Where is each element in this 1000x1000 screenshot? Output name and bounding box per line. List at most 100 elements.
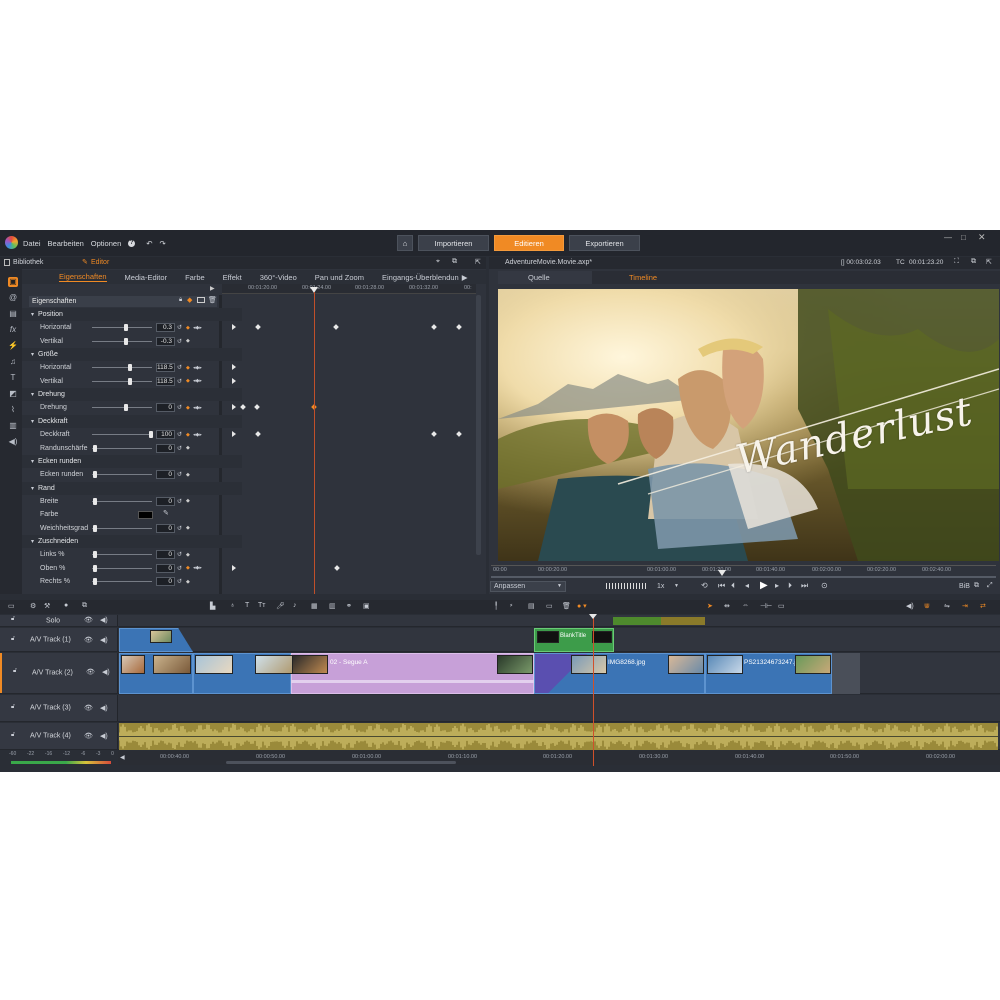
keyframe-start-marker[interactable] xyxy=(232,377,236,384)
slider-thumb[interactable] xyxy=(93,444,98,452)
keyframe-lane[interactable] xyxy=(223,361,476,374)
group-collapse-icon[interactable]: ▾ xyxy=(31,351,34,358)
keyframe-nav-icon[interactable]: ◂◆▸ xyxy=(193,325,202,331)
preview-ruler[interactable]: 00:00 00:00:20.00 00:01:00.00 00:01:20.0… xyxy=(491,565,996,578)
property-group-row[interactable]: ▾ Größe xyxy=(22,348,242,362)
clip-blank-title[interactable]: BlankTitle xyxy=(534,628,614,652)
undo-icon[interactable]: ↶ xyxy=(146,239,152,248)
keyframe-nav-icon[interactable]: ◂◆▸ xyxy=(193,378,202,384)
toolbar-marker-color-icon[interactable]: ● ▾ xyxy=(577,602,587,610)
keyframe-marker[interactable] xyxy=(240,404,246,411)
text-icon[interactable]: T xyxy=(8,373,18,383)
fx-icon[interactable]: fx xyxy=(8,325,18,335)
toolbar-blade-icon[interactable]: ⸗ xyxy=(510,602,512,609)
speaker-icon[interactable]: ◀) xyxy=(100,616,108,624)
keyframe-marker[interactable] xyxy=(456,431,462,437)
volume-meter[interactable] xyxy=(606,583,648,589)
property-value-input[interactable]: 0 xyxy=(156,550,175,560)
toolbar-tools-icon[interactable]: ⚒ xyxy=(44,602,50,610)
keyframe-nav-icon[interactable]: ◂◆▸ xyxy=(193,405,202,411)
pip-icon[interactable]: ⧉ xyxy=(974,582,979,590)
toolbar-insert-icon[interactable]: ⇥ xyxy=(962,602,968,610)
eye-icon[interactable]: 👁︎ xyxy=(84,616,93,624)
toolbar-text-small-icon[interactable]: Tт xyxy=(258,602,265,609)
detach-preview-icon[interactable]: ⧉ xyxy=(971,258,976,266)
ruler-scroll-right-icon[interactable]: ▶ xyxy=(210,285,215,292)
audio-clip-waveform[interactable] xyxy=(119,723,998,750)
toolbar-frame-icon[interactable]: ▭ xyxy=(778,602,785,610)
group-collapse-icon[interactable]: ▾ xyxy=(31,485,34,492)
menu-file[interactable]: Datei xyxy=(23,239,41,248)
eye-icon[interactable]: 👁︎ xyxy=(84,704,93,712)
property-value-input[interactable]: 0 xyxy=(156,563,175,573)
subtab-color[interactable]: Farbe xyxy=(185,273,205,282)
keyframe-nav-icon[interactable]: ◂◆▸ xyxy=(193,432,202,438)
speaker-icon[interactable]: ◀) xyxy=(100,732,108,740)
keyframe-toggle-icon[interactable]: ◆ xyxy=(186,405,190,411)
keyframe-lane[interactable] xyxy=(223,428,476,441)
property-slider[interactable] xyxy=(92,551,152,559)
keyframe-toggle-icon[interactable]: ◆ xyxy=(186,579,190,585)
group-collapse-icon[interactable]: ▾ xyxy=(31,538,34,545)
go-start-icon[interactable]: ⏮ xyxy=(718,581,725,591)
tab-source[interactable]: Quelle xyxy=(528,273,550,282)
toolbar-magnet-icon[interactable]: ⋓ xyxy=(924,602,930,610)
speaker-icon[interactable]: ◀) xyxy=(102,668,110,676)
toolbar-trim-icon[interactable]: ⊣⊢ xyxy=(760,602,772,610)
step-forward-icon[interactable]: ⏵ xyxy=(788,581,792,591)
property-value-input[interactable]: 0 xyxy=(156,470,175,480)
toolbar-settings-icon[interactable]: ⚙ xyxy=(30,602,36,610)
toolbar-music-icon[interactable]: ♪ xyxy=(293,602,297,609)
toolbar-pointer-icon[interactable]: ➤ xyxy=(707,602,713,610)
speed-chevron-icon[interactable]: ▼ xyxy=(674,583,679,589)
timeline-ruler[interactable]: ◀ 00:00:40.00 00:00:50.00 00:01:00.00 00… xyxy=(118,751,1000,765)
subtab-360-video[interactable]: 360°-Video xyxy=(260,273,297,282)
frame-forward-icon[interactable]: ▸ xyxy=(775,581,779,590)
property-slider[interactable] xyxy=(92,444,152,452)
go-end-icon[interactable]: ⏭ xyxy=(801,581,808,591)
folder-icon[interactable]: ▤ xyxy=(8,309,18,319)
lock-icon[interactable]: 🔓︎ xyxy=(11,732,15,739)
keyframe-lane[interactable] xyxy=(223,321,476,334)
lock-icon[interactable]: 🔓︎ xyxy=(11,636,15,643)
keyframe-toggle-icon[interactable]: ◆ xyxy=(186,432,190,438)
audio-icon[interactable]: ◀) xyxy=(8,437,18,447)
keyframe-start-marker[interactable] xyxy=(232,364,236,371)
keyframe-nav-icon[interactable]: ◂◆▸ xyxy=(193,565,202,571)
lock-icon[interactable]: 🔒︎ xyxy=(179,297,182,304)
subtab-properties[interactable]: Eigenschaften xyxy=(59,272,107,282)
reset-icon[interactable]: ↺ xyxy=(177,565,182,572)
step-back-icon[interactable]: ⏴ xyxy=(731,581,735,591)
lock-icon[interactable]: 🔓︎ xyxy=(11,616,15,623)
scroll-left-icon[interactable]: ◀ xyxy=(120,754,125,761)
keyframe-lane[interactable] xyxy=(223,575,476,588)
speaker-icon[interactable]: ◀) xyxy=(100,704,108,712)
property-group-row[interactable]: ▾ Position xyxy=(22,308,242,321)
toolbar-marker-icon[interactable]: ♁ xyxy=(230,602,235,609)
eyedropper-icon[interactable]: ✎ xyxy=(163,509,169,517)
keyframe-lane[interactable] xyxy=(223,522,476,535)
timeline-playhead[interactable] xyxy=(593,616,594,766)
toolbar-filmstrip-icon[interactable]: ▥ xyxy=(329,602,336,610)
keyframe-toggle-icon[interactable]: ◆ xyxy=(186,552,190,558)
music-icon[interactable]: ♫ xyxy=(8,357,18,367)
property-slider[interactable] xyxy=(92,377,152,385)
property-value-input[interactable]: -0.3 xyxy=(156,336,175,346)
group-collapse-icon[interactable]: ▾ xyxy=(31,391,34,398)
slider-thumb[interactable] xyxy=(93,578,98,585)
preview-video[interactable]: Wanderlust xyxy=(498,289,999,561)
keyframe-toggle-icon[interactable]: ◆ xyxy=(186,445,190,451)
close-button[interactable]: ✕ xyxy=(978,232,986,243)
keyframe-lane[interactable] xyxy=(223,401,476,414)
pip-label[interactable]: BiB xyxy=(959,583,970,590)
help-icon[interactable]: ? xyxy=(128,240,136,247)
toolbar-film-icon[interactable]: ▤ xyxy=(528,602,535,610)
property-value-input[interactable]: 0 xyxy=(156,496,175,506)
reset-icon[interactable]: ↺ xyxy=(177,404,182,411)
property-slider[interactable] xyxy=(92,324,152,332)
toolbar-image-icon[interactable]: ▣ xyxy=(363,602,370,610)
group-collapse-icon[interactable]: ▾ xyxy=(31,418,34,425)
redo-icon[interactable]: ↷ xyxy=(160,239,166,248)
toolbar-overwrite-icon[interactable]: ⇄ xyxy=(980,602,986,610)
toolbar-grid-icon[interactable]: ▦ xyxy=(311,602,318,610)
